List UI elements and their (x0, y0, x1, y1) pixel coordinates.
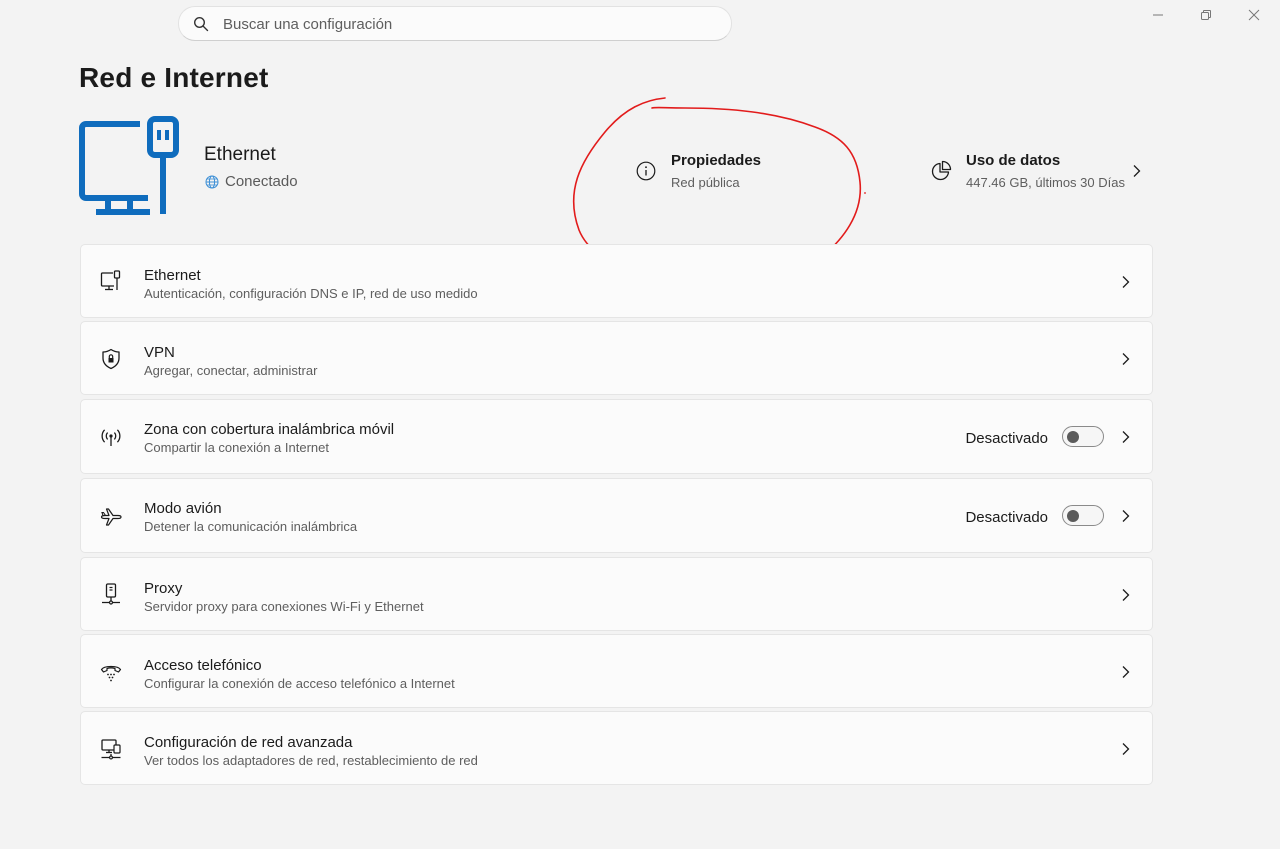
chevron-right-icon (1122, 353, 1130, 365)
airplane-icon (100, 508, 122, 526)
setting-ethernet-subtitle: Autenticación, configuración DNS e IP, r… (144, 286, 478, 301)
chevron-right-icon (1122, 666, 1130, 678)
page-title: Red e Internet (79, 62, 269, 93)
chevron-right-icon (1122, 743, 1130, 755)
setting-dialup-title: Acceso telefónico (144, 657, 262, 674)
restore-icon (1201, 10, 1211, 20)
setting-airplane-mode[interactable]: Modo avión Detener la comunicación inalá… (80, 478, 1153, 553)
setting-proxy-title: Proxy (144, 580, 183, 597)
setting-advanced-network[interactable]: Configuración de red avanzada Ver todos … (80, 711, 1153, 785)
hotspot-toggle[interactable] (1062, 426, 1104, 447)
search-box[interactable]: Buscar una configuración (178, 6, 732, 41)
dialup-phone-icon (100, 665, 122, 682)
toggle-knob (1067, 510, 1079, 522)
close-icon (1248, 9, 1260, 21)
setting-advanced-title: Configuración de red avanzada (144, 734, 353, 751)
info-icon (636, 161, 656, 181)
chevron-right-icon (1133, 165, 1141, 177)
network-pc-icon (101, 739, 121, 760)
properties-tile[interactable]: Propiedades Red pública (620, 140, 900, 200)
setting-hotspot-title: Zona con cobertura inalámbrica móvil (144, 421, 395, 438)
close-button[interactable] (1231, 4, 1277, 26)
setting-hotspot-subtitle: Compartir la conexión a Internet (144, 440, 329, 455)
data-usage-subtitle: 447.46 GB, últimos 30 Días (966, 175, 1125, 190)
search-input[interactable]: Buscar una configuración (223, 16, 392, 33)
connection-status-label: Conectado (225, 173, 298, 190)
minimize-icon (1153, 14, 1163, 16)
setting-airplane-subtitle: Detener la comunicación inalámbrica (144, 519, 358, 534)
setting-proxy-subtitle: Servidor proxy para conexiones Wi-Fi y E… (144, 599, 424, 614)
data-usage-title: Uso de datos (966, 152, 1061, 169)
setting-vpn-title: VPN (144, 344, 175, 361)
chevron-right-icon (1122, 510, 1130, 522)
chevron-right-icon (1122, 431, 1130, 443)
setting-dialup-subtitle: Configurar la conexión de acceso telefón… (144, 676, 455, 691)
ethernet-pc-icon (79, 116, 179, 215)
setting-ethernet[interactable]: Ethernet Autenticación, configuración DN… (80, 244, 1153, 318)
setting-proxy[interactable]: Proxy Servidor proxy para conexiones Wi-… (80, 557, 1153, 631)
setting-mobile-hotspot[interactable]: Zona con cobertura inalámbrica móvil Com… (80, 399, 1153, 474)
setting-vpn-subtitle: Agregar, conectar, administrar (144, 363, 318, 378)
restore-button[interactable] (1183, 4, 1229, 26)
connection-name: Ethernet (204, 144, 276, 165)
setting-dialup[interactable]: Acceso telefónico Configurar la conexión… (80, 634, 1153, 708)
chevron-right-icon (1122, 276, 1130, 288)
airplane-toggle[interactable] (1062, 505, 1104, 526)
properties-subtitle: Red pública (671, 175, 740, 190)
data-usage-tile[interactable]: Uso de datos 447.46 GB, últimos 30 Días (916, 140, 1148, 200)
shield-icon (102, 348, 120, 370)
ethernet-icon (100, 270, 121, 291)
chevron-right-icon (1122, 589, 1130, 601)
hotspot-icon (101, 429, 121, 446)
setting-ethernet-title: Ethernet (144, 267, 201, 284)
pie-chart-icon (931, 160, 952, 181)
setting-advanced-subtitle: Ver todos los adaptadores de red, restab… (144, 753, 478, 768)
airplane-state-label: Desactivado (965, 509, 1048, 526)
globe-icon (205, 175, 219, 188)
toggle-knob (1067, 431, 1079, 443)
properties-title: Propiedades (671, 152, 762, 169)
proxy-icon (102, 583, 120, 605)
minimize-button[interactable] (1135, 4, 1181, 26)
setting-vpn[interactable]: VPN Agregar, conectar, administrar (80, 321, 1153, 395)
connection-status: Conectado (205, 173, 298, 190)
search-icon (193, 16, 209, 32)
hotspot-state-label: Desactivado (965, 430, 1048, 447)
setting-airplane-title: Modo avión (144, 500, 222, 517)
